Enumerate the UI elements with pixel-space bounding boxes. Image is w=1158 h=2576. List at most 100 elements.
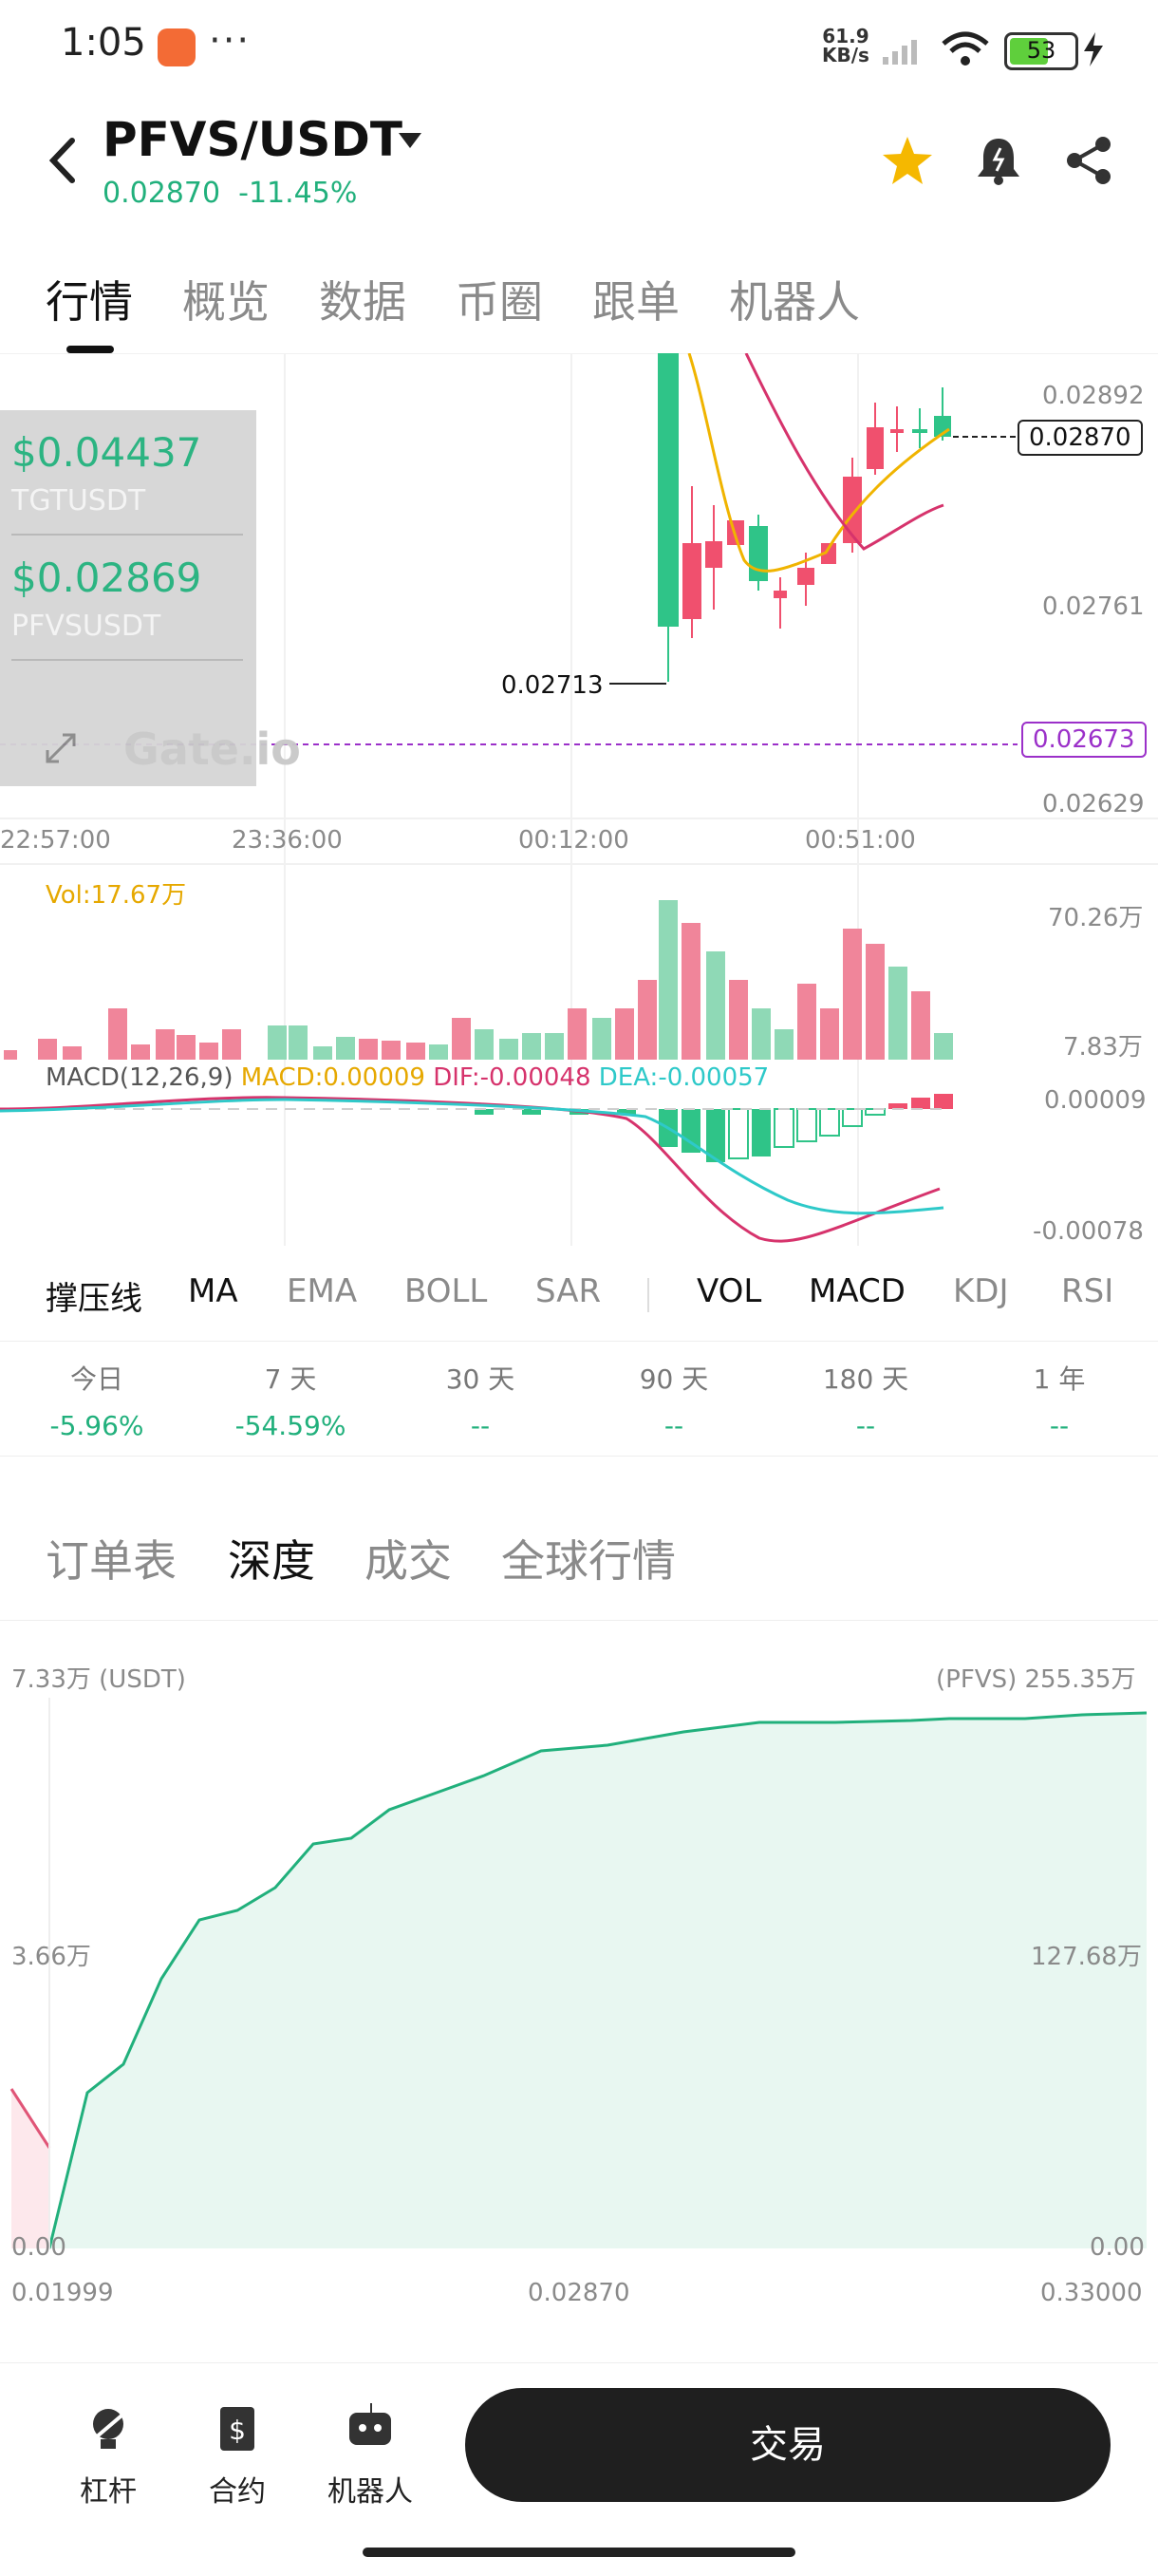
- time-axis-1: 22:57:00: [0, 826, 111, 855]
- tab-bots[interactable]: 机器人: [729, 268, 860, 330]
- tab-overview[interactable]: 概览: [182, 268, 270, 330]
- dif-line: [0, 1096, 941, 1243]
- indicator-macd[interactable]: MACD: [809, 1272, 906, 1310]
- network-speed: 61.9 KB/s: [822, 27, 869, 65]
- battery-icon: 53: [1004, 32, 1078, 70]
- price-axis-high: 0.02892: [1042, 382, 1145, 410]
- dif-value: DIF:-0.00048: [433, 1063, 591, 1092]
- tab-global-market[interactable]: 全球行情: [501, 1527, 676, 1589]
- indicator-ema[interactable]: EMA: [287, 1272, 357, 1310]
- main-tabs: 行情 概览 数据 币圈 跟单 机器人: [0, 258, 1158, 353]
- futures-label: 合约: [209, 2475, 266, 2509]
- margin-icon: [87, 2409, 129, 2449]
- volume-bars: [4, 900, 953, 1060]
- indicator-boll[interactable]: BOLL: [404, 1272, 487, 1310]
- dea-line: [0, 1098, 944, 1215]
- status-bar: 1:05 ··· 61.9 KB/s 53: [0, 0, 1158, 95]
- indicator-rsi[interactable]: RSI: [1061, 1272, 1113, 1310]
- period-today: 今日 -5.96%: [49, 1363, 144, 1441]
- bottom-bar: 杠杆 $ 合约 机器人 交易: [0, 2362, 1158, 2576]
- bots-button[interactable]: 机器人: [313, 2401, 427, 2510]
- futures-button[interactable]: $ 合约: [180, 2401, 294, 2510]
- time-axis-2: 23:36:00: [232, 826, 343, 855]
- tab-order-book[interactable]: 订单表: [46, 1527, 177, 1589]
- current-price-tag: 0.02870: [1018, 420, 1143, 456]
- indicator-kdj[interactable]: KDJ: [953, 1272, 1009, 1310]
- indicator-sar[interactable]: SAR: [535, 1272, 601, 1310]
- home-indicator[interactable]: [363, 2548, 795, 2557]
- robot-icon: [349, 2403, 391, 2445]
- depth-y-left-mid: 3.66万: [11, 1943, 91, 1971]
- svg-text:$: $: [229, 2415, 246, 2446]
- header-price: 0.02870 -11.45%: [103, 177, 357, 210]
- time-axis-3: 00:12:00: [518, 826, 629, 855]
- net-speed-unit: KB/s: [822, 44, 869, 66]
- sub-tabs: 订单表 深度 成交 全球行情: [0, 1515, 1158, 1621]
- candle: [658, 353, 679, 627]
- futures-icon: $: [220, 2407, 254, 2451]
- dropdown-icon[interactable]: [397, 131, 423, 150]
- depth-y-right-top: (PFVS) 255.35万: [936, 1665, 1136, 1694]
- period-1y: 1 年 --: [1033, 1363, 1086, 1441]
- battery-level: 53: [1026, 37, 1056, 64]
- depth-x-left: 0.01999: [11, 2279, 114, 2307]
- depth-x-right: 0.33000: [1040, 2279, 1143, 2307]
- vol-axis-high: 70.26万: [1048, 904, 1144, 932]
- net-speed-value: 61.9: [822, 25, 869, 47]
- bots-label: 机器人: [327, 2475, 413, 2509]
- macd-histogram: [475, 1094, 953, 1162]
- tab-depth[interactable]: 深度: [228, 1527, 315, 1589]
- overlay-symbol-1: TGTUSDT: [11, 484, 146, 517]
- active-tab-indicator: [66, 346, 114, 353]
- overlay-price-1: $0.04437: [11, 429, 202, 476]
- tab-copy-trading[interactable]: 跟单: [592, 268, 680, 330]
- compare-overlay[interactable]: $0.04437 TGTUSDT $0.02869 PFVSUSDT Gate.…: [0, 410, 301, 786]
- back-icon[interactable]: [46, 137, 80, 184]
- period-180d: 180 天 --: [822, 1363, 909, 1441]
- trade-button[interactable]: 交易: [465, 2388, 1111, 2502]
- price-change: -11.45%: [238, 177, 358, 210]
- vol-axis-low: 7.83万: [1063, 1033, 1143, 1062]
- dea-value: DEA:-0.00057: [598, 1063, 770, 1092]
- last-price: 0.02870: [103, 177, 221, 210]
- overlay-symbol-2: PFVSUSDT: [11, 610, 161, 643]
- favorite-star-icon[interactable]: [881, 135, 934, 186]
- indicator-support[interactable]: 撑压线: [46, 1272, 142, 1319]
- period-30d: 30 天 --: [445, 1363, 515, 1441]
- tab-trades[interactable]: 成交: [364, 1527, 452, 1589]
- period-performance: 今日 -5.96% 7 天 -54.59% 30 天 -- 90 天 -- 18…: [0, 1341, 1158, 1457]
- indicator-vol[interactable]: VOL: [697, 1272, 761, 1310]
- depth-svg: [9, 1698, 1148, 2249]
- alert-bell-icon[interactable]: [976, 135, 1021, 186]
- pair-title[interactable]: PFVS/USDT: [103, 112, 402, 167]
- signal-icon: [883, 40, 917, 65]
- expand-icon[interactable]: [44, 731, 78, 765]
- depth-chart[interactable]: 7.33万 (USDT) (PFVS) 255.35万 3.66万 127.68…: [0, 1641, 1158, 2307]
- depth-y-right-mid: 127.68万: [1031, 1943, 1142, 1971]
- indicator-row: 撑压线 MA EMA BOLL SAR VOL MACD KDJ RSI: [0, 1255, 1158, 1331]
- low-marker-label: 0.02713: [501, 671, 604, 700]
- macd-axis-low: -0.00078: [1033, 1217, 1144, 1246]
- indicator-ma[interactable]: MA: [188, 1272, 238, 1310]
- vol-label: Vol:17.67万: [46, 881, 187, 910]
- price-axis-low: 0.02629: [1042, 790, 1145, 818]
- more-notifications-icon: ···: [209, 19, 252, 63]
- macd-value: MACD:0.00009: [240, 1063, 425, 1092]
- tab-market[interactable]: 行情: [46, 268, 133, 330]
- margin-button[interactable]: 杠杆: [51, 2401, 165, 2510]
- notification-icon: [158, 28, 196, 66]
- charging-icon: [1084, 32, 1103, 66]
- clock: 1:05: [61, 21, 146, 65]
- tab-community[interactable]: 币圈: [456, 268, 543, 330]
- share-icon[interactable]: [1065, 135, 1114, 186]
- macd-axis-high: 0.00009: [1044, 1086, 1147, 1115]
- depth-y-right-zero: 0.00: [1090, 2233, 1145, 2262]
- period-90d: 90 天 --: [639, 1363, 709, 1441]
- depth-y-left-zero: 0.00: [11, 2233, 66, 2262]
- marker-price-tag: 0.02673: [1021, 722, 1147, 758]
- margin-label: 杠杆: [80, 2475, 137, 2509]
- tab-data[interactable]: 数据: [319, 268, 406, 330]
- depth-x-mid: 0.02870: [528, 2279, 630, 2307]
- macd-params: MACD(12,26,9): [46, 1063, 233, 1092]
- wifi-icon: [942, 31, 989, 66]
